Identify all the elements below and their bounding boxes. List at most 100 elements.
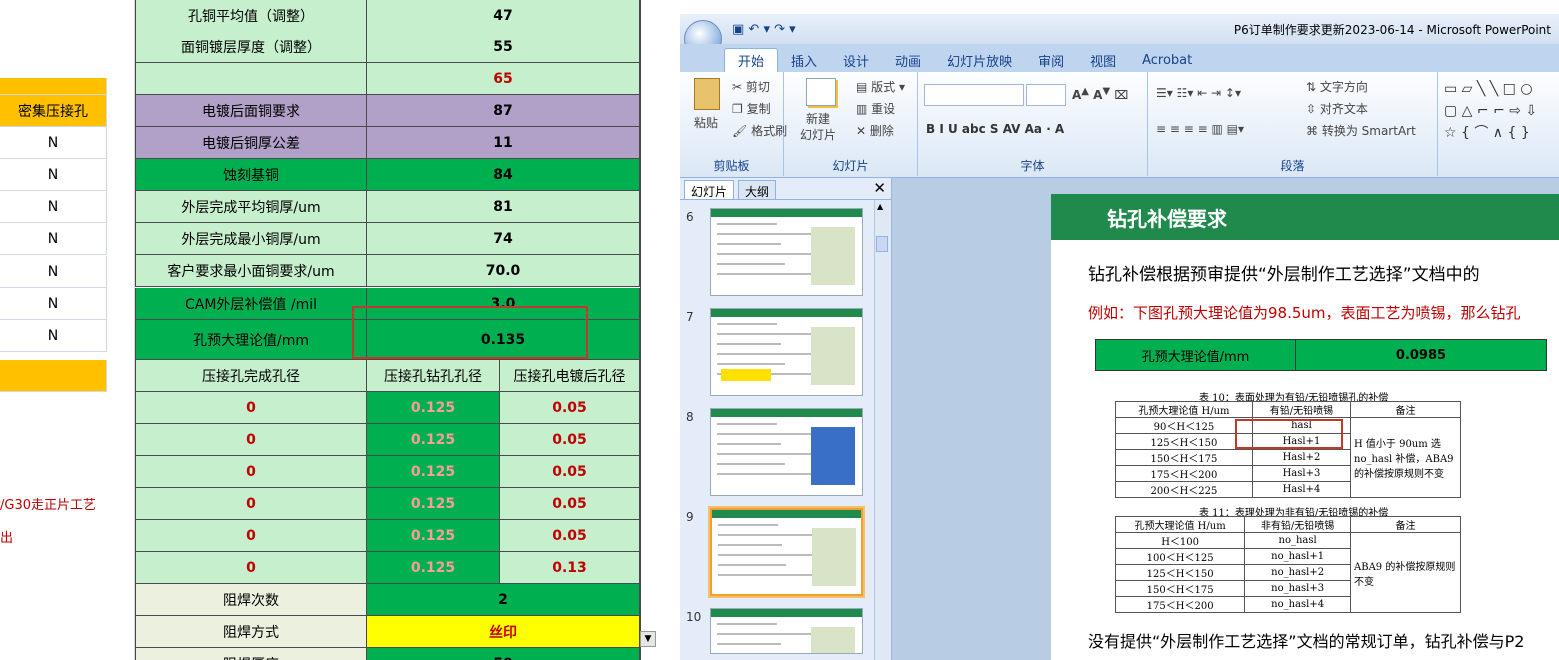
slide-thumbnail[interactable]	[710, 608, 863, 654]
ribbon-tab[interactable]: 视图	[1077, 48, 1129, 72]
row-label[interactable]: 面铜镀层厚度（调整）	[135, 31, 367, 63]
font-style-icons[interactable]: B I U abc S AV Aa · A	[926, 122, 1064, 136]
row-label[interactable]: 外层完成平均铜厚/um	[135, 191, 367, 223]
font-name-select[interactable]	[924, 84, 1024, 106]
dropdown-arrow-icon[interactable]: ▼	[640, 631, 656, 647]
smartart-button[interactable]: ⌘ 转换为 SmartArt	[1306, 122, 1416, 139]
slide-thumbnail[interactable]	[710, 208, 863, 296]
font-size-select[interactable]	[1026, 84, 1066, 106]
align-icons[interactable]: ≡ ≡ ≡ ≡ ▥ ▤▾	[1156, 122, 1244, 136]
row-value[interactable]: 65	[367, 63, 640, 95]
press-cell[interactable]: 0	[135, 552, 367, 584]
press-cell[interactable]: 0.125	[367, 552, 500, 584]
press-cell[interactable]: 0.05	[500, 488, 640, 520]
quick-access-icons[interactable]: ▣ ↶ ▾ ↷ ▾	[732, 22, 796, 37]
text-direction-button[interactable]: ⇅ 文字方向	[1306, 78, 1368, 95]
ribbon-tab[interactable]: 动画	[882, 48, 934, 72]
paste-icon[interactable]	[694, 78, 720, 110]
row-value[interactable]: 84	[367, 159, 640, 191]
row-label[interactable]: 蚀刻基铜	[135, 159, 367, 191]
align-text-button[interactable]: ⇳ 对齐文本	[1306, 100, 1368, 117]
press-cell[interactable]: 0	[135, 520, 367, 552]
new-slide-icon[interactable]	[806, 78, 836, 106]
row-value[interactable]: 70.0	[367, 255, 640, 287]
col-a-cell[interactable]: N	[0, 320, 107, 352]
ribbon-tab[interactable]: Acrobat	[1129, 48, 1205, 72]
cut-button[interactable]: ✂ 剪切	[732, 78, 770, 95]
press-cell[interactable]: 0.05	[500, 456, 640, 488]
list-icons[interactable]: ☰▾ ☷▾ ⇤ ⇥ ↕▾	[1156, 86, 1241, 100]
scroll-up-icon[interactable]: ▲	[877, 202, 883, 211]
col-a-cell[interactable]: N	[0, 256, 107, 288]
row-label[interactable]: CAM外层补偿值 /mil	[135, 288, 367, 320]
row-value[interactable]: 87	[367, 95, 640, 127]
row-label[interactable]: 电镀后铜厚公差	[135, 127, 367, 159]
press-header-cell[interactable]: 压接孔完成孔径	[135, 360, 367, 392]
press-cell[interactable]: 0.05	[500, 392, 640, 424]
press-cell[interactable]: 0.125	[367, 424, 500, 456]
row-label[interactable]: 电镀后面铜要求	[135, 95, 367, 127]
copy-button[interactable]: ❐ 复制	[732, 100, 771, 117]
press-cell[interactable]: 0.05	[500, 520, 640, 552]
col-a-cell[interactable]: N	[0, 288, 107, 320]
press-cell[interactable]: 0.05	[500, 424, 640, 456]
new-slide-label[interactable]: 新建	[806, 110, 830, 127]
tab-slides[interactable]: 幻灯片	[684, 180, 735, 199]
row-label[interactable]	[135, 63, 367, 95]
row-label[interactable]: 客户要求最小面铜要求/um	[135, 255, 367, 287]
row-value[interactable]: 2	[367, 584, 640, 616]
col-a-cell[interactable]: N	[0, 223, 107, 255]
ribbon-tab[interactable]: 幻灯片放映	[934, 48, 1025, 72]
slide-thumbnail[interactable]	[710, 308, 863, 396]
press-cell[interactable]: 0.125	[367, 488, 500, 520]
press-cell[interactable]: 0.125	[367, 456, 500, 488]
press-cell[interactable]: 0	[135, 424, 367, 456]
row-label[interactable]: 阻焊次数	[135, 584, 367, 616]
press-cell[interactable]: 0	[135, 456, 367, 488]
press-header-cell[interactable]: 压接孔钻孔孔径	[367, 360, 500, 392]
col-a-cell[interactable]	[0, 360, 107, 392]
paste-button[interactable]: 粘贴	[694, 114, 718, 131]
row-value[interactable]: 55	[367, 31, 640, 63]
row-value[interactable]: 50	[367, 648, 640, 660]
layout-button[interactable]: ▤ 版式 ▾	[856, 78, 905, 95]
slide-thumbnail[interactable]	[710, 408, 863, 496]
press-cell[interactable]: 0.13	[500, 552, 640, 584]
col-a-cell[interactable]: N	[0, 191, 107, 223]
slide-thumbnail[interactable]	[710, 508, 863, 596]
col-a-cell[interactable]: N	[0, 127, 107, 159]
row-label[interactable]: 阻焊厚度	[135, 648, 367, 660]
row-label[interactable]: 外层完成最小铜厚/um	[135, 223, 367, 255]
row-value[interactable]: 丝印	[367, 616, 640, 648]
ribbon-tab[interactable]: 插入	[778, 48, 830, 72]
scroll-thumb[interactable]	[876, 236, 888, 252]
row-label[interactable]: 阻焊方式	[135, 616, 367, 648]
row-label[interactable]: 孔预大理论值/mm	[135, 320, 367, 360]
ribbon-tab[interactable]: 审阅	[1025, 48, 1077, 72]
press-cell[interactable]: 0.125	[367, 520, 500, 552]
ribbon-tab[interactable]: 开始	[724, 48, 779, 72]
row-value[interactable]: 47	[367, 0, 640, 32]
grow-shrink-font-icons[interactable]: A▲ A▼ ⌧	[1072, 86, 1128, 102]
col-a-cell[interactable]	[0, 78, 107, 95]
panel-scrollbar[interactable]: ▲	[874, 200, 890, 660]
press-cell[interactable]: 0.125	[367, 392, 500, 424]
format-painter-button[interactable]: 🖌 格式刷	[732, 122, 787, 139]
shape-icons[interactable]: ▭ ▱ ╲ ╲ □ ○ ▢ △ ⌐ ⌐ ⇨ ⇩ ☆ { ⌒ ∧ { }	[1444, 78, 1537, 144]
ribbon-tab[interactable]: 设计	[830, 48, 882, 72]
col-a-cell[interactable]: N	[0, 159, 107, 191]
new-slide-label-2[interactable]: 幻灯片	[800, 126, 836, 143]
row-value[interactable]: 11	[367, 127, 640, 159]
reset-button[interactable]: ▥ 重设	[856, 100, 895, 117]
row-value[interactable]: 74	[367, 223, 640, 255]
press-cell[interactable]: 0	[135, 392, 367, 424]
col-a-cell[interactable]: 密集压接孔	[0, 95, 107, 127]
row-value[interactable]: 81	[367, 191, 640, 223]
press-header-cell[interactable]: 压接孔电镀后孔径	[500, 360, 640, 392]
row-label[interactable]: 孔铜平均值（调整）	[135, 0, 367, 32]
press-cell[interactable]: 0	[135, 488, 367, 520]
delete-button[interactable]: ✕ 删除	[856, 122, 894, 139]
close-icon[interactable]: ✕	[873, 179, 886, 197]
thumb-number: 9	[686, 510, 694, 524]
tab-outline[interactable]: 大纲	[738, 180, 777, 199]
